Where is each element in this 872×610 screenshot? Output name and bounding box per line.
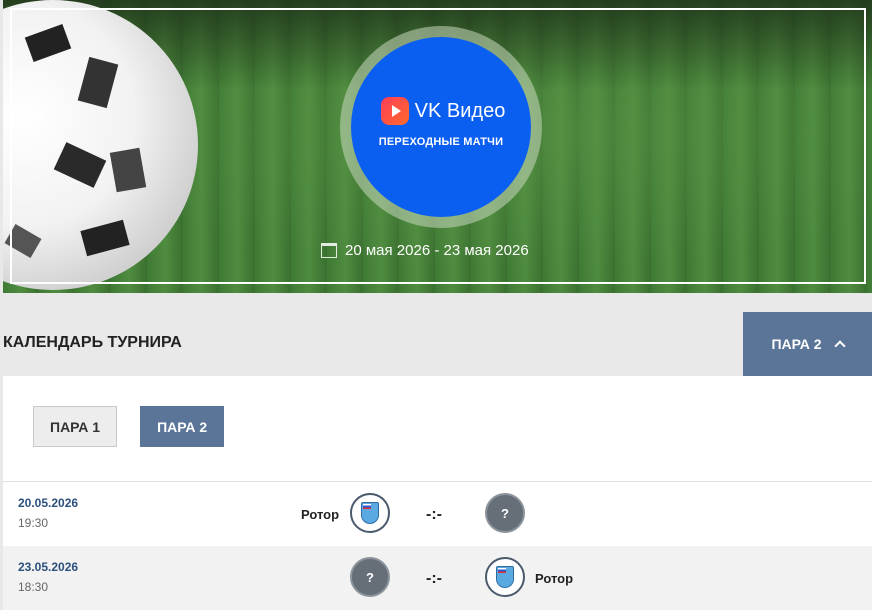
chevron-up-icon: [833, 340, 846, 352]
pair-dropdown[interactable]: ПАРА 2: [743, 312, 872, 376]
rotor-emblem-icon: [485, 557, 525, 597]
tab-pair-2[interactable]: ПАРА 2: [140, 406, 225, 447]
tournament-dates: 20 мая 2026 - 23 мая 2026: [321, 240, 529, 260]
calendar-panel: ПАРА 1 ПАРА 2 20.05.2026 19:30 Ротор -:-…: [3, 376, 872, 610]
away-team-name: Ротор: [535, 571, 574, 586]
home-team-name: Ротор: [301, 507, 340, 522]
match-score: -:-: [426, 570, 442, 587]
pair-dropdown-label: ПАРА 2: [771, 336, 822, 352]
match-row[interactable]: 23.05.2026 18:30 ? -:- Ротор: [3, 546, 872, 610]
calendar-title: КАЛЕНДАРЬ ТУРНИРА: [3, 334, 182, 351]
match-time: 19:30: [18, 516, 49, 530]
pair-tabs: ПАРА 1 ПАРА 2: [33, 406, 225, 447]
tournament-badge: VK Видео ПЕРЕХОДНЫЕ МАТЧИ: [351, 37, 531, 217]
match-time: 18:30: [18, 580, 49, 594]
match-date: 23.05.2026: [18, 560, 79, 574]
tournament-hero-banner: VK Видео ПЕРЕХОДНЫЕ МАТЧИ 20 мая 2026 - …: [3, 0, 872, 293]
badge-subtitle: ПЕРЕХОДНЫЕ МАТЧИ: [378, 136, 504, 148]
unknown-team-emblem-icon: ?: [485, 493, 525, 533]
badge-brand: VK Видео: [414, 99, 506, 122]
calendar-icon: [321, 242, 337, 258]
unknown-team-emblem-icon: ?: [350, 557, 390, 597]
tab-pair-1[interactable]: ПАРА 1: [33, 406, 118, 447]
match-row[interactable]: 20.05.2026 19:30 Ротор -:- ?: [3, 482, 872, 546]
rotor-emblem-icon: [350, 493, 390, 533]
match-score: -:-: [426, 506, 442, 523]
vk-video-logo-icon: [380, 97, 409, 125]
match-date: 20.05.2026: [18, 496, 79, 510]
tournament-dates-text: 20 мая 2026 - 23 мая 2026: [345, 241, 529, 259]
